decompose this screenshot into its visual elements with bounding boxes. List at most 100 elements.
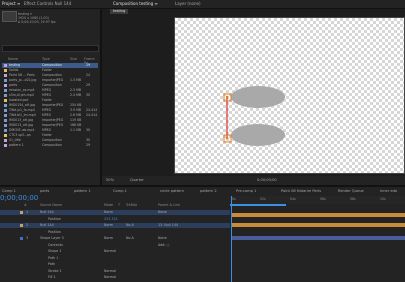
ruler-tick: 06s	[320, 197, 326, 201]
property-row[interactable]: Path	[0, 262, 230, 267]
comp-viewer-tab[interactable]: testing	[110, 9, 129, 14]
layer-name: Contents	[48, 242, 63, 247]
item-type-icon	[4, 99, 7, 102]
item-type-icon	[4, 109, 7, 112]
tab-project[interactable]: Project ≡	[2, 1, 20, 7]
col-number: #	[24, 203, 27, 207]
property-row[interactable]: Position 253,324	[0, 217, 230, 222]
work-area-bar[interactable]	[230, 204, 286, 206]
ruler-tick: 0s	[232, 197, 236, 201]
item-name: pattern 1	[9, 143, 24, 147]
item-type-icon	[4, 79, 7, 82]
layer-label-color[interactable]	[20, 211, 23, 214]
ruler-tick: 04s	[290, 197, 296, 201]
top-tab-bar: Project ≡ Effect Controls Null 144 Compo…	[0, 0, 405, 9]
layer-mode[interactable]: Normal	[104, 275, 116, 280]
viewer-control-bar: 50% Quarter 0;00;00;00	[102, 176, 405, 185]
timeline-timecode[interactable]: 0;00;00;00	[0, 194, 38, 202]
layer-row[interactable]: 3 Shape Layer 3 Norm No A None	[0, 236, 230, 241]
comp-artwork	[223, 86, 285, 146]
gray-ellipse-bottom[interactable]	[231, 124, 285, 146]
col-trkmat: TrkMat	[126, 203, 137, 207]
property-row[interactable]: Contents Add: ○	[0, 243, 230, 248]
layer-number: 1	[26, 210, 29, 214]
layer-parent[interactable]: None	[158, 236, 167, 241]
layer-mode[interactable]: Normal	[104, 269, 116, 274]
track-bar-null-2[interactable]	[232, 223, 405, 227]
anchor-point-top	[225, 95, 229, 99]
tab-composition[interactable]: Composition testing ≡	[113, 1, 158, 7]
layer-column-header: # Source Name Mode T TrkMat Parent & Lin…	[0, 203, 230, 208]
gray-ellipse-top[interactable]	[231, 86, 285, 108]
property-row[interactable]: Path 1	[0, 256, 230, 261]
layer-mode[interactable]: Normal	[104, 249, 116, 254]
property-row[interactable]: Stroke 1 Normal	[0, 269, 230, 274]
layer-name: Shape 1	[48, 249, 62, 253]
item-type-icon	[4, 139, 7, 142]
property-row[interactable]: Position	[0, 230, 230, 235]
zoom-select[interactable]: 50%	[106, 178, 114, 182]
resolution-select[interactable]: Quarter	[130, 178, 144, 182]
item-type: Composition	[42, 143, 62, 147]
ruler-tick: 08s	[350, 197, 356, 201]
col-parent: Parent & Link	[158, 203, 180, 207]
layer-name: Null 144	[40, 223, 54, 227]
item-type-icon	[4, 144, 7, 147]
tab-layer[interactable]: Layer (none)	[175, 1, 201, 7]
item-type-icon	[4, 129, 7, 132]
comp-canvas[interactable]	[174, 17, 405, 174]
anchor-point-bottom	[225, 136, 229, 140]
project-item[interactable]: pattern 1 Composition 29	[2, 143, 98, 148]
col-source-name: Source Name	[40, 203, 63, 207]
property-row[interactable]: Fill 1 Normal	[0, 275, 230, 280]
item-type-icon	[4, 119, 7, 122]
column-type[interactable]: Type	[42, 57, 50, 61]
property-row[interactable]: Shape 1 Normal	[0, 249, 230, 254]
layer-parent[interactable]: 13. Null 144	[158, 223, 178, 228]
layer-name: Position	[48, 229, 61, 234]
layer-label-color[interactable]	[20, 237, 23, 240]
layer-name: Stroke 1	[48, 268, 62, 273]
layer-row[interactable]: 2 Null 144 Norm No A 13. Null 144	[0, 223, 230, 228]
item-fps: 29	[86, 143, 91, 147]
layer-name: Null 144	[40, 210, 54, 214]
col-t: T	[118, 203, 121, 207]
layer-number: 2	[26, 223, 29, 227]
item-type-icon	[4, 114, 7, 117]
item-type-icon	[4, 94, 7, 97]
layer-mode[interactable]: Norm	[104, 236, 113, 241]
layer-label-color[interactable]	[20, 224, 23, 227]
layer-mode[interactable]: Norm	[104, 223, 113, 228]
layer-mode[interactable]: Norm	[104, 210, 113, 215]
track-bar-null-1[interactable]	[232, 213, 405, 217]
layer-parent[interactable]: None	[158, 210, 167, 215]
layer-parent[interactable]: Add: ○	[158, 243, 169, 248]
layer-row[interactable]: 1 Null 144 Norm None	[0, 210, 230, 215]
project-search-input[interactable]	[2, 45, 99, 52]
column-size[interactable]: Size	[70, 57, 77, 61]
layer-trkmat[interactable]: No A	[126, 223, 134, 228]
col-mode: Mode	[104, 203, 113, 207]
item-type-icon	[4, 74, 7, 77]
layer-name: Fill 1	[48, 275, 56, 279]
project-info: testing ▾ 1920 x 1080 (1.00) Δ 0;00;10;0…	[18, 12, 56, 24]
item-type-icon	[4, 89, 7, 92]
viewer-timecode[interactable]: 0;00;00;00	[257, 178, 277, 182]
property-value[interactable]: 253,324	[104, 217, 118, 222]
layer-name: Path	[48, 262, 56, 266]
project-column-header: Name Type Size Frame Ra...	[2, 57, 98, 65]
item-type-icon	[4, 104, 7, 107]
time-ruler[interactable]: 0s 02s 04s 06s 08s 10s	[230, 196, 405, 204]
item-type-icon	[4, 84, 7, 87]
layer-name: Shape Layer 3	[40, 236, 64, 240]
item-type-icon	[4, 124, 7, 127]
item-type-icon	[4, 69, 7, 72]
layer-name: Path 1	[48, 255, 59, 260]
track-bar-shape-layer[interactable]	[232, 236, 405, 240]
column-name[interactable]: Name	[8, 57, 18, 61]
layer-trkmat[interactable]: No A	[126, 236, 134, 241]
item-type-icon	[4, 64, 7, 67]
tab-effect-controls[interactable]: Effect Controls Null 144	[24, 1, 71, 7]
ruler-tick: 02s	[260, 197, 266, 201]
layer-number: 3	[26, 236, 29, 240]
